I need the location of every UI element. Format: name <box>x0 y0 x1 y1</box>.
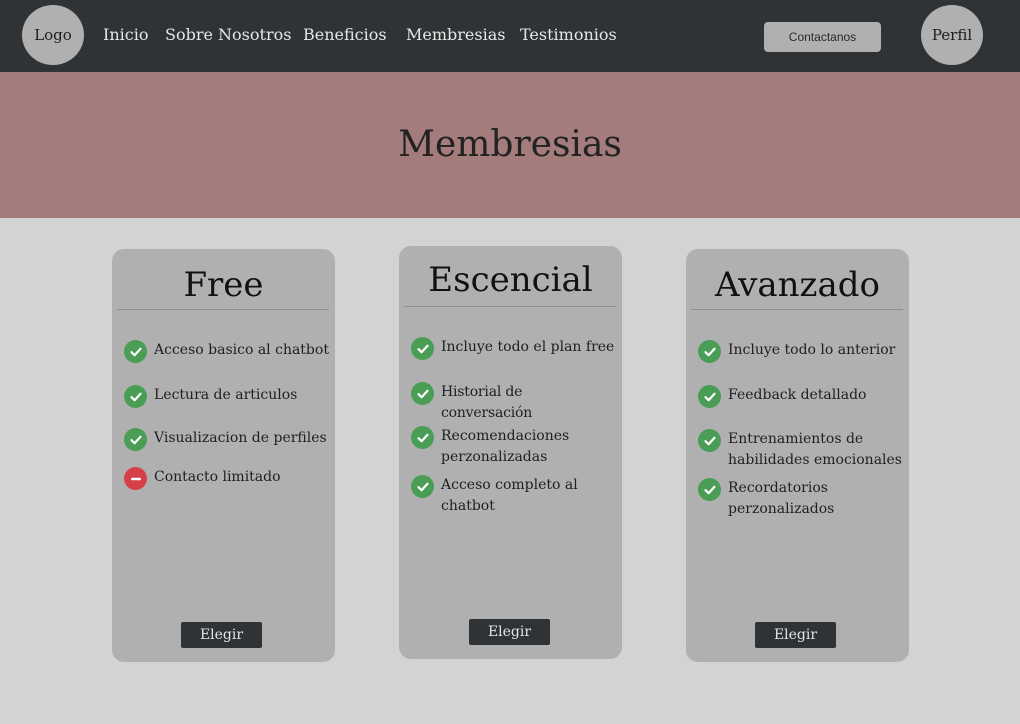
check-icon <box>698 429 721 452</box>
feature-item: Entrenamientos de habilidades emocionale… <box>698 429 903 471</box>
feature-text: Acceso basico al chatbot <box>154 342 329 358</box>
check-icon <box>411 382 434 405</box>
nav-link-beneficios[interactable]: Beneficios <box>303 25 387 44</box>
divider <box>691 309 903 310</box>
feature-item: Feedback detallado <box>698 385 903 408</box>
check-icon <box>411 475 434 498</box>
feature-text: Entrenamientos de habilidades emocionale… <box>728 431 902 468</box>
divider <box>404 306 616 307</box>
navbar: Logo Inicio Sobre Nosotros Beneficios Me… <box>0 0 1020 72</box>
choose-avanzado-button[interactable]: Elegir <box>755 622 836 648</box>
nav-link-inicio[interactable]: Inicio <box>103 25 148 44</box>
choose-free-button[interactable]: Elegir <box>181 622 262 648</box>
plan-title: Avanzado <box>715 265 880 305</box>
page-title: Membresias <box>398 124 622 165</box>
feature-item: Recordatorios perzonalizados <box>698 478 903 520</box>
feature-text: Acceso completo al chatbot <box>441 477 578 514</box>
feature-text: Recomendaciones perzonalizadas <box>441 428 570 465</box>
plan-card-escencial: Escencial Incluye todo el plan free Hist… <box>399 246 622 659</box>
feature-item: Historial de conversación <box>411 382 616 424</box>
feature-item: Incluye todo lo anterior <box>698 340 903 363</box>
check-icon <box>411 337 434 360</box>
feature-text: Visualizacion de perfiles <box>154 430 327 446</box>
feature-text: Historial de conversación <box>441 384 533 421</box>
feature-text: Incluye todo lo anterior <box>728 342 896 358</box>
plan-card-avanzado: Avanzado Incluye todo lo anterior Feedba… <box>686 249 909 662</box>
feature-item: Incluye todo el plan free <box>411 337 616 360</box>
choose-escencial-button[interactable]: Elegir <box>469 619 550 645</box>
feature-item: Visualizacion de perfiles <box>124 428 329 451</box>
profile-button[interactable]: Perfil <box>921 5 983 65</box>
plan-title: Free <box>183 265 264 305</box>
minus-icon <box>124 467 147 490</box>
plan-card-free: Free Acceso basico al chatbot Lectura de… <box>112 249 335 662</box>
logo[interactable]: Logo <box>22 5 84 65</box>
hero-banner: Membresias <box>0 72 1020 218</box>
check-icon <box>698 340 721 363</box>
feature-text: Contacto limitado <box>154 469 281 485</box>
check-icon <box>124 428 147 451</box>
check-icon <box>124 340 147 363</box>
feature-text: Lectura de articulos <box>154 387 298 403</box>
check-icon <box>698 478 721 501</box>
plan-title: Escencial <box>428 260 593 300</box>
feature-item: Acceso completo al chatbot <box>411 475 616 517</box>
check-icon <box>124 385 147 408</box>
feature-item: Recomendaciones perzonalizadas <box>411 426 616 468</box>
feature-item: Acceso basico al chatbot <box>124 340 329 363</box>
feature-text: Recordatorios perzonalizados <box>728 480 835 517</box>
nav-link-membresias[interactable]: Membresias <box>406 25 505 44</box>
feature-text: Incluye todo el plan free <box>441 339 615 355</box>
feature-text: Feedback detallado <box>728 387 867 403</box>
divider <box>117 309 329 310</box>
nav-link-testimonios[interactable]: Testimonios <box>520 25 617 44</box>
contact-button[interactable]: Contactanos <box>764 22 881 52</box>
feature-item: Lectura de articulos <box>124 385 329 408</box>
nav-link-sobre-nosotros[interactable]: Sobre Nosotros <box>165 25 291 44</box>
feature-item: Contacto limitado <box>124 467 329 490</box>
check-icon <box>698 385 721 408</box>
check-icon <box>411 426 434 449</box>
